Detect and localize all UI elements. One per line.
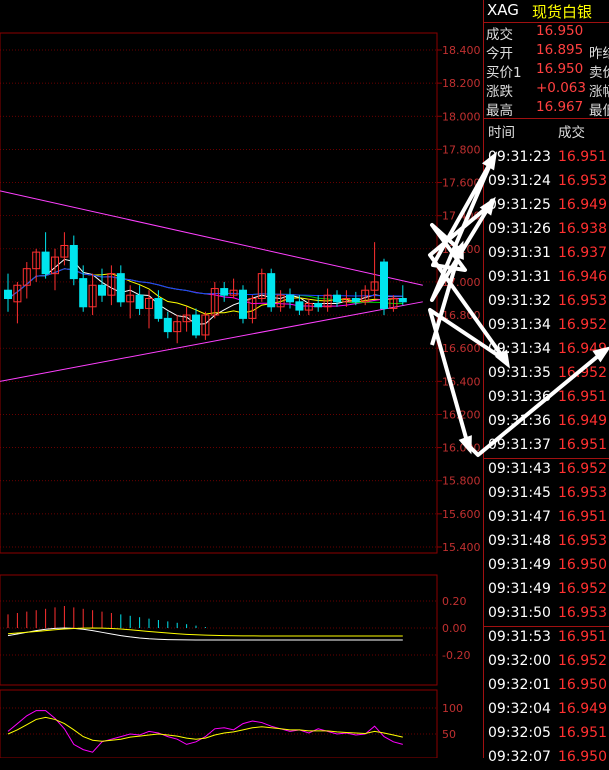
annotation-zigzag-arrow xyxy=(428,158,605,457)
arrow-head-icon xyxy=(481,151,497,171)
annotation-layer xyxy=(428,151,609,457)
